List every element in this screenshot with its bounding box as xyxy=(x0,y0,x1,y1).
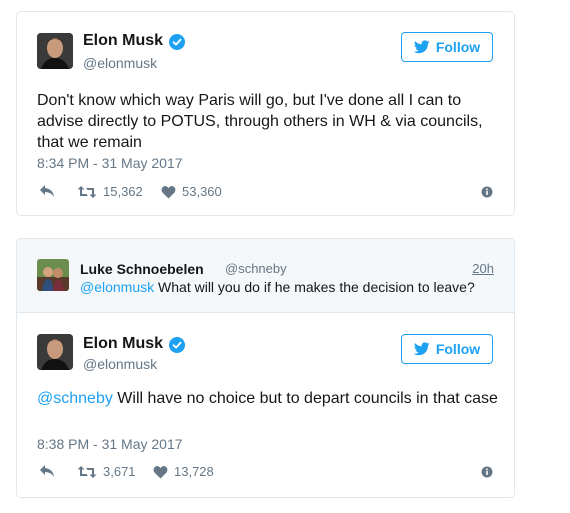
retweet-count: 3,671 xyxy=(103,464,136,479)
author-avatar[interactable] xyxy=(37,33,73,69)
follow-label: Follow xyxy=(435,39,481,55)
like-count: 13,728 xyxy=(174,464,214,479)
tweet-timestamp[interactable]: 8:38 PM - 31 May 2017 xyxy=(37,436,183,452)
heart-icon xyxy=(153,465,168,478)
reply-body: What will you do if he makes the decisio… xyxy=(154,279,475,295)
reply-author-avatar[interactable] xyxy=(37,259,69,291)
tweet-body: Will have no choice but to depart counci… xyxy=(112,390,498,407)
reply-button[interactable] xyxy=(39,184,55,198)
reply-time-link[interactable]: 20h xyxy=(472,261,494,276)
tweet-text: Don't know which way Paris will go, but … xyxy=(37,92,483,151)
tweet-card-2: Luke Schnoebelen @schneby 20h @elonmusk … xyxy=(16,238,515,498)
tweet-timestamp[interactable]: 8:34 PM - 31 May 2017 xyxy=(37,155,183,171)
follow-label: Follow xyxy=(435,341,481,357)
reply-button[interactable] xyxy=(39,464,55,478)
twitter-bird-icon xyxy=(413,342,430,356)
info-icon xyxy=(481,186,493,198)
info-button[interactable] xyxy=(481,466,493,478)
tweet-text: @schneby Will have no choice but to depa… xyxy=(37,388,507,409)
info-icon xyxy=(481,466,493,478)
retweet-count: 15,362 xyxy=(103,184,143,199)
reply-author-handle[interactable]: @schneby xyxy=(225,261,287,276)
reply-text: @elonmusk What will you do if he makes t… xyxy=(80,279,475,295)
tweet-actions: 3,671 13,728 xyxy=(37,464,507,482)
follow-button[interactable]: Follow xyxy=(401,334,493,364)
retweet-icon xyxy=(77,465,97,478)
author-handle[interactable]: @elonmusk xyxy=(83,356,157,372)
author-handle[interactable]: @elonmusk xyxy=(83,55,157,71)
follow-button[interactable]: Follow xyxy=(401,32,493,62)
retweet-icon xyxy=(77,185,97,198)
mention-link[interactable]: @elonmusk xyxy=(80,279,154,295)
twitter-bird-icon xyxy=(413,40,430,54)
author-name[interactable]: Elon Musk xyxy=(83,32,163,50)
author-avatar[interactable] xyxy=(37,334,73,370)
like-button[interactable]: 13,728 xyxy=(153,464,214,479)
reply-context[interactable]: Luke Schnoebelen @schneby 20h @elonmusk … xyxy=(17,239,514,313)
verified-badge-icon xyxy=(169,34,185,50)
author-name[interactable]: Elon Musk xyxy=(83,335,163,353)
verified-badge-icon xyxy=(169,337,185,353)
like-button[interactable]: 53,360 xyxy=(161,184,222,199)
info-button[interactable] xyxy=(481,186,493,198)
reply-author-name[interactable]: Luke Schnoebelen xyxy=(80,261,204,277)
heart-icon xyxy=(161,185,176,198)
retweet-button[interactable]: 15,362 xyxy=(77,184,143,199)
mention-link[interactable]: @schneby xyxy=(37,390,113,407)
tweet-actions: 15,362 53,360 xyxy=(37,184,507,202)
retweet-button[interactable]: 3,671 xyxy=(77,464,136,479)
tweet-card-1: Elon Musk @elonmusk Follow Don't know wh… xyxy=(16,11,515,216)
reply-icon xyxy=(40,185,54,197)
reply-icon xyxy=(40,465,54,477)
like-count: 53,360 xyxy=(182,184,222,199)
